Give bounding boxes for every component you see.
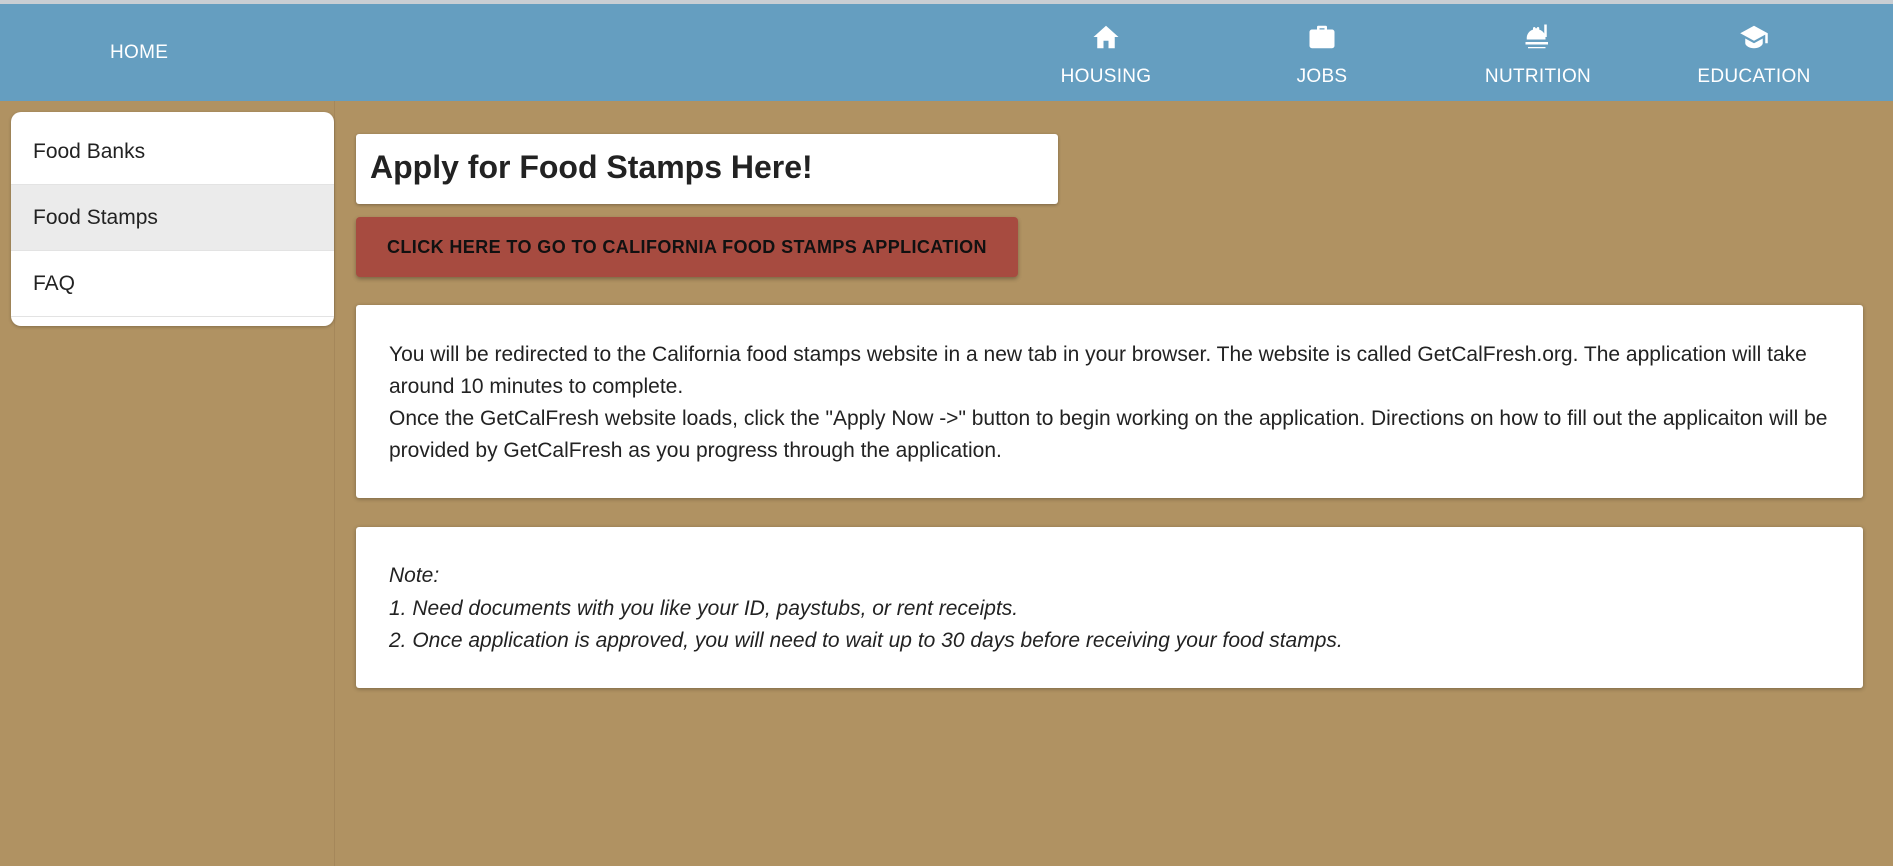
sidebar-item-faq[interactable]: FAQ <box>11 251 334 317</box>
top-navbar: HOME HOUSING JOBS NUTRITION EDUCATION <box>0 4 1893 101</box>
sidebar-divider <box>334 101 335 866</box>
sidebar-item-food-banks[interactable]: Food Banks <box>11 119 334 185</box>
page-title: Apply for Food Stamps Here! <box>370 149 813 185</box>
note-item: 1. Need documents with you like your ID,… <box>389 596 1019 620</box>
food-service-icon <box>1448 22 1628 54</box>
nav-item-label: JOBS <box>1296 66 1348 87</box>
nav-item-label: EDUCATION <box>1697 66 1811 87</box>
nav-item-label: NUTRITION <box>1484 66 1592 87</box>
note-heading: Note: <box>389 564 440 587</box>
note-item: 2. Once application is approved, you wil… <box>389 629 1343 652</box>
note-card: Note: 1. Need documents with you like yo… <box>356 527 1863 688</box>
nav-home-link[interactable]: HOME <box>110 42 168 64</box>
apply-food-stamps-button[interactable]: CLICK HERE TO GO TO CALIFORNIA FOOD STAM… <box>356 217 1018 277</box>
home-icon <box>1016 22 1196 54</box>
graduation-cap-icon <box>1664 22 1844 54</box>
nav-item-nutrition[interactable]: NUTRITION <box>1448 20 1628 92</box>
nav-item-housing[interactable]: HOUSING <box>1016 20 1196 92</box>
sidebar-item-food-stamps[interactable]: Food Stamps <box>11 185 334 251</box>
briefcase-icon <box>1232 22 1412 54</box>
page-title-card: Apply for Food Stamps Here! <box>356 134 1058 204</box>
info-paragraph: You will be redirected to the California… <box>389 343 1807 398</box>
nav-item-education[interactable]: EDUCATION <box>1664 20 1844 92</box>
nav-item-jobs[interactable]: JOBS <box>1232 20 1412 92</box>
info-paragraph: Once the GetCalFresh website loads, clic… <box>389 407 1828 462</box>
info-card: You will be redirected to the California… <box>356 305 1863 498</box>
nav-item-label: HOUSING <box>1060 66 1152 87</box>
sidebar-menu: Food Banks Food Stamps FAQ <box>11 112 334 326</box>
